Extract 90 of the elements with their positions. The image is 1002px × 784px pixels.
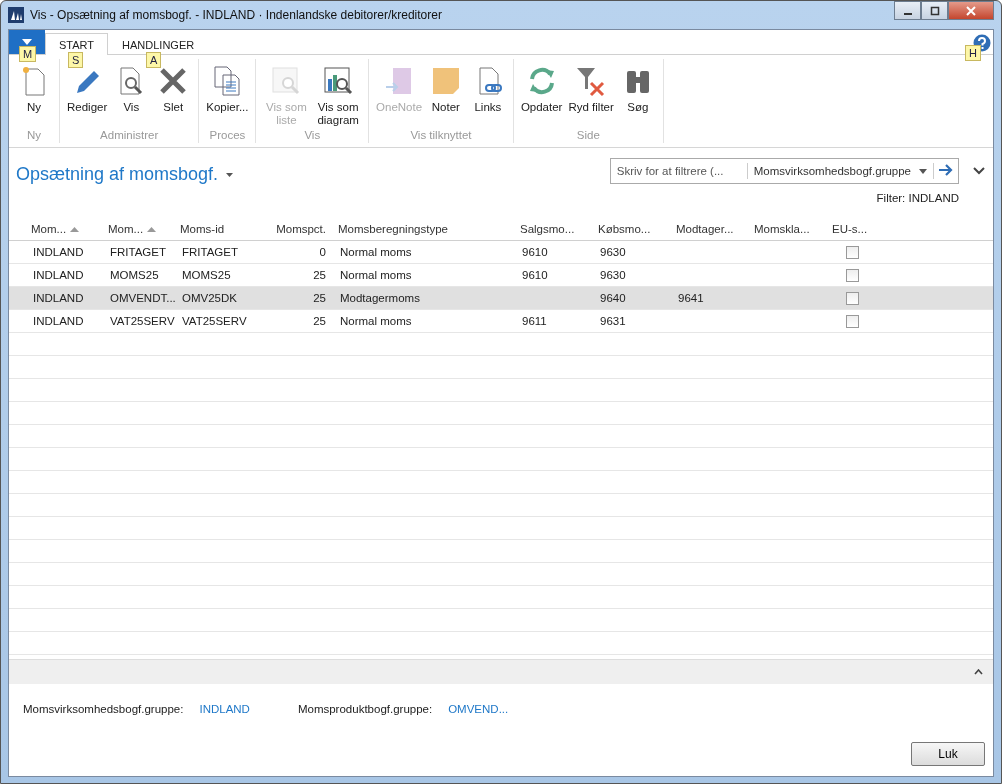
key-tip-tooltip: H <box>965 45 981 61</box>
column-header[interactable]: EU-s... <box>826 223 886 235</box>
table-cell-text: MOMS25 <box>181 269 232 281</box>
ribbon-button[interactable]: Opdater <box>517 63 566 129</box>
ribbon-group-label: Administrer <box>100 129 159 143</box>
ribbon-group-label: Side <box>576 129 600 143</box>
table-cell-text: INDLAND <box>32 315 85 327</box>
table-cell-text: FRITAGET <box>109 246 167 258</box>
filter-label: Filter: INDLAND <box>876 192 959 204</box>
table-cell-text: 0 <box>318 246 327 258</box>
column-header[interactable]: Modtager... <box>670 223 748 235</box>
table-cell-text: 9610 <box>521 269 549 281</box>
ribbon-button[interactable]: Noter <box>424 63 467 129</box>
table-cell-text: Normal moms <box>339 315 413 327</box>
ribbon-group-label: Vis <box>304 129 321 143</box>
ribbon-tab[interactable]: START <box>45 33 109 55</box>
key-tip-tooltip: S <box>68 52 84 68</box>
table-row[interactable]: INDLAND VAT25SERV VAT25SERV 25 Normal moms 9611 9631 <box>9 310 993 333</box>
ribbon-button[interactable]: Ryd filter <box>565 63 617 129</box>
minimize-button[interactable] <box>894 1 921 20</box>
field-value-link[interactable]: OMVEND... <box>448 703 509 715</box>
close-icon <box>965 5 977 16</box>
table-row[interactable]: INDLAND OMVENDT... OMV25DK 25 Modtagermoms 9640 9641 <box>9 287 993 310</box>
filter-field-dropdown[interactable]: Momsvirksomhedsbogf.gruppe <box>746 163 933 179</box>
table-cell-text: 9630 <box>599 269 627 281</box>
table-cell-text: Normal moms <box>339 246 413 258</box>
ribbon-button[interactable]: Søg <box>616 63 659 129</box>
ribbon-group-label: Ny <box>26 129 42 143</box>
app-logo-icon <box>8 7 24 23</box>
table-cell-text: VAT25SERV <box>109 315 174 327</box>
dropdown-arrow-icon <box>919 168 927 174</box>
collapse-icon[interactable] <box>974 669 983 675</box>
key-tip-tooltip: M <box>19 46 37 62</box>
checkbox[interactable] <box>845 268 859 282</box>
checkbox[interactable] <box>845 245 859 259</box>
column-header[interactable]: Momskla... <box>748 223 826 235</box>
minimize-icon <box>903 12 912 15</box>
table-cell-text: INDLAND <box>32 292 85 304</box>
field-label: Momsproduktbogf.gruppe: <box>297 703 433 715</box>
sort-ascending-icon <box>70 226 80 232</box>
maximize-icon <box>929 5 940 16</box>
table-cell-text: VAT25SERV <box>181 315 248 327</box>
field-label: Momsvirksomhedsbogf.gruppe: <box>23 703 184 715</box>
column-header[interactable]: Salgsmo... <box>514 223 592 235</box>
table-cell-text: 9640 <box>599 292 627 304</box>
dropdown-arrow-icon <box>22 39 32 45</box>
arrow-right-icon <box>939 163 953 176</box>
table-row[interactable]: INDLAND FRITAGET FRITAGET 0 Normal moms 9610 9630 <box>9 241 993 264</box>
table-cell-text: 9610 <box>521 246 549 258</box>
table-cell-text: Normal moms <box>339 269 413 281</box>
column-header[interactable]: Momspct. <box>274 223 332 235</box>
checkbox[interactable] <box>845 314 859 328</box>
column-header[interactable]: Moms-id <box>174 223 274 235</box>
ribbon-group-label: Proces <box>209 129 246 143</box>
close-dialog-button[interactable]: Luk <box>911 742 985 766</box>
table-cell-text: 9631 <box>599 315 627 327</box>
table-cell-text: OMV25DK <box>181 292 238 304</box>
column-header[interactable]: Købsmo... <box>592 223 670 235</box>
checkbox[interactable] <box>845 291 859 305</box>
table-cell-text: 25 <box>312 269 327 281</box>
table-cell-text: FRITAGET <box>181 246 239 258</box>
table-cell-text: INDLAND <box>32 269 85 281</box>
key-tip-tooltip: A <box>146 52 162 68</box>
column-header[interactable]: Momsberegningstype <box>332 223 514 235</box>
ribbon-button[interactable]: Kopier... <box>203 63 252 129</box>
table-cell-text: Modtagermoms <box>339 292 421 304</box>
ribbon-button[interactable]: Ny <box>13 63 55 129</box>
ribbon-tab[interactable]: HANDLINGER <box>108 33 209 55</box>
caret-icon[interactable] <box>226 172 234 177</box>
page-title: Opsætning af momsbogf. <box>16 164 219 185</box>
close-button[interactable] <box>948 1 994 20</box>
chevron-down-icon[interactable] <box>973 167 985 175</box>
table-cell-text: 25 <box>312 292 327 304</box>
column-header[interactable]: Mom... <box>102 223 174 235</box>
ribbon-button[interactable]: Links <box>466 63 509 129</box>
ribbon-button[interactable]: Vis som diagram <box>312 63 365 129</box>
table-cell-text: OMVENDT... <box>109 292 174 304</box>
table-cell-text: 25 <box>312 315 327 327</box>
table-cell-text: MOMS25 <box>109 269 160 281</box>
column-header[interactable]: Mom... <box>25 223 102 235</box>
window-title: Vis - Opsætning af momsbogf. - INDLAND · Indenlandske debitorer/kreditorer <box>30 8 442 22</box>
field-value-link[interactable]: INDLAND <box>199 703 250 715</box>
table-cell-text: INDLAND <box>32 246 85 258</box>
chart-icon <box>322 65 355 97</box>
table-cell-text: 9630 <box>599 246 627 258</box>
table-cell-text: 9611 <box>521 315 548 327</box>
table-cell-text: 9641 <box>677 292 705 304</box>
ribbon-group-label: Vis tilknyttet <box>410 129 472 143</box>
sort-ascending-icon <box>147 226 157 232</box>
maximize-button[interactable] <box>921 1 948 20</box>
